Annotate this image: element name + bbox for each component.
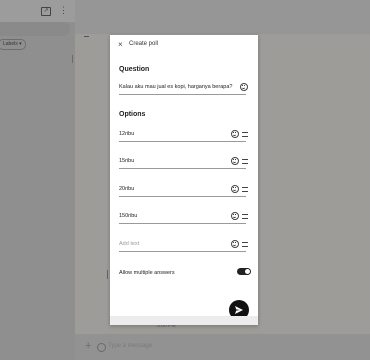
drag-handle-icon[interactable] <box>242 187 248 192</box>
option-text: 12ribu <box>119 131 135 137</box>
question-text: Kalau aku mau jual es kopi, harganya ber… <box>119 84 233 90</box>
emoji-icon[interactable] <box>231 130 239 138</box>
option-text: 150ribu <box>119 213 138 219</box>
options-heading: Options <box>119 111 146 118</box>
dialog-footer <box>110 316 258 325</box>
emoji-icon[interactable] <box>231 157 239 165</box>
more-vert-icon[interactable]: ⋮ <box>59 5 68 16</box>
option-field[interactable]: 150ribu <box>119 211 248 224</box>
option-field[interactable]: 12ribu <box>119 129 248 142</box>
drag-handle-icon[interactable] <box>242 159 248 164</box>
add-option-field[interactable]: Add text <box>119 239 248 252</box>
message-edge <box>107 270 108 279</box>
allow-multiple-label: Allow multiple answers <box>119 270 175 276</box>
chat-search-bar[interactable] <box>0 22 70 36</box>
add-text-placeholder: Add text <box>119 241 140 247</box>
option-field[interactable]: 15ribu <box>119 156 248 169</box>
header-divider <box>84 36 89 37</box>
labels-filter-chip[interactable]: Labels ▾ <box>0 39 26 50</box>
drag-handle-icon[interactable] <box>242 242 248 247</box>
close-icon[interactable]: × <box>118 40 123 50</box>
send-icon <box>235 306 243 314</box>
emoji-icon[interactable] <box>231 185 239 193</box>
option-text: 15ribu <box>119 158 135 164</box>
emoji-icon[interactable] <box>231 240 239 248</box>
scrollbar[interactable] <box>72 55 73 63</box>
chat-list-pane <box>0 0 75 360</box>
drag-handle-icon[interactable] <box>242 132 248 137</box>
create-poll-dialog: × Create poll Question Kalau aku mau jua… <box>110 35 258 325</box>
option-text: 20ribu <box>119 186 135 192</box>
question-field[interactable]: Kalau aku mau jual es kopi, harganya ber… <box>119 82 248 95</box>
emoji-icon[interactable] <box>231 212 239 220</box>
allow-multiple-toggle[interactable] <box>237 268 251 275</box>
emoji-icon[interactable] <box>240 83 248 91</box>
emoji-icon[interactable] <box>97 343 106 352</box>
chat-list-topbar: ↗ ⋮ <box>0 0 75 22</box>
toggle-knob <box>245 269 250 274</box>
plus-icon[interactable]: + <box>85 340 91 352</box>
option-field[interactable]: 20ribu <box>119 184 248 197</box>
open-in-new-icon[interactable]: ↗ <box>41 7 51 16</box>
question-heading: Question <box>119 66 150 73</box>
labels-chip-text: Labels <box>3 41 18 47</box>
drag-handle-icon[interactable] <box>242 214 248 219</box>
chevron-down-icon: ▾ <box>19 41 22 47</box>
message-input[interactable]: Type a message <box>108 343 152 349</box>
dialog-title: Create poll <box>129 41 159 47</box>
chat-header <box>75 0 370 34</box>
